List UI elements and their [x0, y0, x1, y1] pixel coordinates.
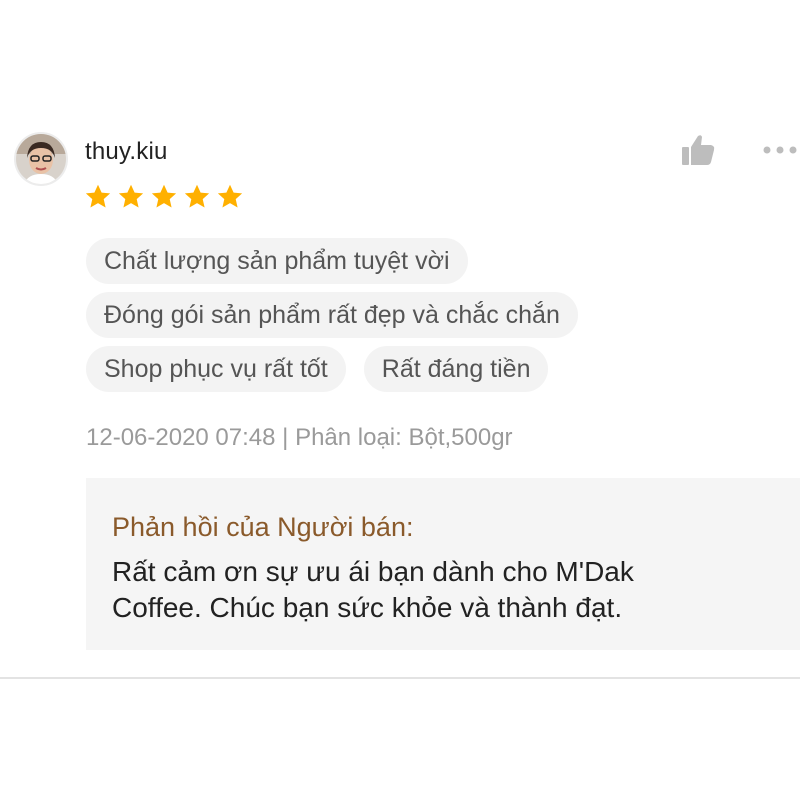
- username[interactable]: thuy.kiu: [85, 138, 168, 166]
- tag-row: Chất lượng sản phẩm tuyệt vời: [86, 238, 786, 284]
- avatar-image: [16, 134, 66, 184]
- seller-reply-text: Rất cảm ơn sự ưu ái bạn dành cho M'Dak C…: [112, 556, 634, 623]
- star-rating: [84, 183, 244, 211]
- star-icon: [151, 184, 177, 208]
- avatar[interactable]: [16, 134, 66, 184]
- star-icon: [184, 184, 210, 208]
- review-tags: Chất lượng sản phẩm tuyệt vời Đóng gói sả…: [86, 238, 786, 400]
- divider: [0, 677, 800, 679]
- review-tag: Chất lượng sản phẩm tuyệt vời: [86, 238, 468, 284]
- star-icon: [118, 184, 144, 208]
- tag-row: Đóng gói sản phẩm rất đẹp và chắc chắn: [86, 292, 786, 338]
- star-icon: [85, 184, 111, 208]
- review-tag: Đóng gói sản phẩm rất đẹp và chắc chắn: [86, 292, 578, 338]
- more-dots-icon[interactable]: [760, 140, 800, 160]
- seller-reply: Phản hồi của Người bán: Rất cảm ơn sự ưu…: [86, 478, 800, 650]
- seller-reply-title: Phản hồi của Người bán:: [112, 512, 414, 542]
- review-meta: 12-06-2020 07:48 | Phân loại: Bột,500gr: [86, 424, 513, 451]
- thumbs-up-icon[interactable]: [680, 133, 716, 167]
- review-card: thuy.kiu Chất lượng sản phẩm tuyệt vời Đó…: [0, 0, 800, 800]
- review-tag: Rất đáng tiền: [363, 346, 549, 392]
- review-tag: Shop phục vụ rất tốt: [86, 346, 346, 392]
- tag-row: Shop phục vụ rất tốt Rất đáng tiền: [86, 346, 786, 392]
- star-icon: [217, 184, 243, 208]
